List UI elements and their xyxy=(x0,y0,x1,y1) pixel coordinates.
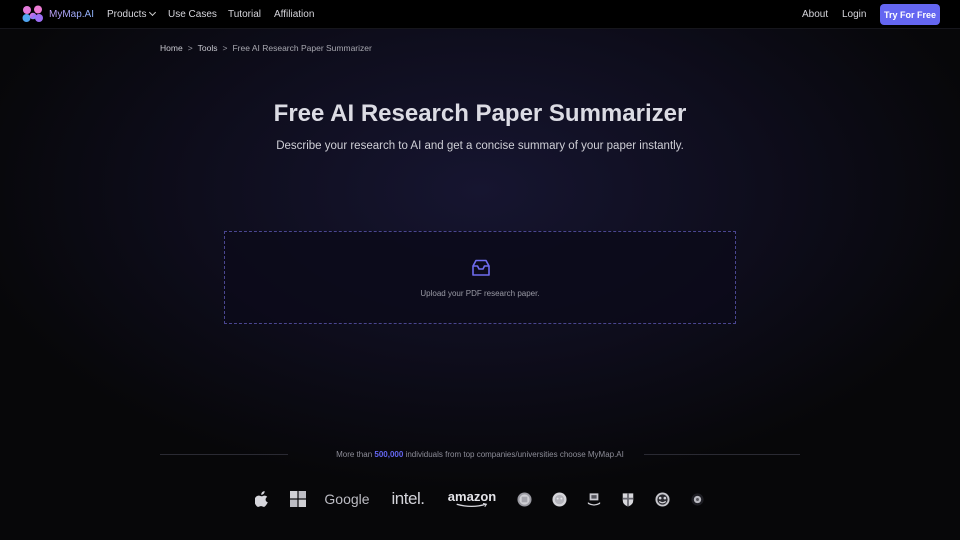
breadcrumb: Home > Tools > Free AI Research Paper Su… xyxy=(160,43,372,53)
nav-products-label: Products xyxy=(107,9,147,20)
breadcrumb-separator: > xyxy=(187,43,193,53)
top-navbar: MyMap.AI Products Use Cases Tutorial Aff… xyxy=(0,0,960,29)
user-count: 500,000 xyxy=(374,450,404,459)
nav-affiliation[interactable]: Affiliation xyxy=(274,9,314,20)
breadcrumb-home[interactable]: Home xyxy=(160,43,183,53)
breadcrumb-separator: > xyxy=(222,43,228,53)
google-logo: Google xyxy=(324,491,370,507)
university-seal-5-icon xyxy=(654,487,670,511)
university-seal-6-icon xyxy=(690,487,704,511)
page-subtitle: Describe your research to AI and get a c… xyxy=(276,140,684,152)
microsoft-logo-icon xyxy=(289,487,306,511)
university-seal-1-icon xyxy=(516,487,532,511)
university-seal-2-icon xyxy=(551,487,567,511)
amazon-wordmark: amazon xyxy=(447,489,497,504)
nav-products[interactable]: Products xyxy=(107,8,157,20)
apple-logo-icon xyxy=(254,487,270,511)
intel-logo: intel. xyxy=(391,489,425,508)
amazon-logo: amazon xyxy=(446,487,498,511)
amazon-smile-icon xyxy=(456,503,488,508)
breadcrumb-tools[interactable]: Tools xyxy=(198,43,218,53)
try-for-free-button[interactable]: Try For Free xyxy=(880,4,940,25)
social-proof-prefix: More than xyxy=(336,450,373,459)
university-shield-4-icon xyxy=(620,487,636,511)
social-proof-suffix: individuals from top companies/universit… xyxy=(405,450,624,459)
nav-tutorial[interactable]: Tutorial xyxy=(228,9,261,20)
inbox-icon xyxy=(472,259,490,276)
university-crest-3-icon xyxy=(586,487,602,511)
customer-logos: Google intel. amazon xyxy=(0,487,960,511)
mymap-logo-icon xyxy=(22,5,43,22)
chevron-down-icon xyxy=(149,8,157,17)
upload-label: Upload your PDF research paper. xyxy=(420,289,540,298)
nav-use-cases[interactable]: Use Cases xyxy=(168,9,217,20)
social-proof-text: More than 500,000 individuals from top c… xyxy=(0,450,960,459)
brand-name: MyMap.AI xyxy=(49,8,95,20)
nav-login[interactable]: Login xyxy=(842,9,866,20)
pdf-upload-dropzone[interactable]: Upload your PDF research paper. xyxy=(224,231,736,324)
page-title: Free AI Research Paper Summarizer xyxy=(273,100,687,127)
brand-logo[interactable]: MyMap.AI xyxy=(22,5,94,23)
nav-about[interactable]: About xyxy=(802,9,828,20)
breadcrumb-current: Free AI Research Paper Summarizer xyxy=(232,43,372,53)
